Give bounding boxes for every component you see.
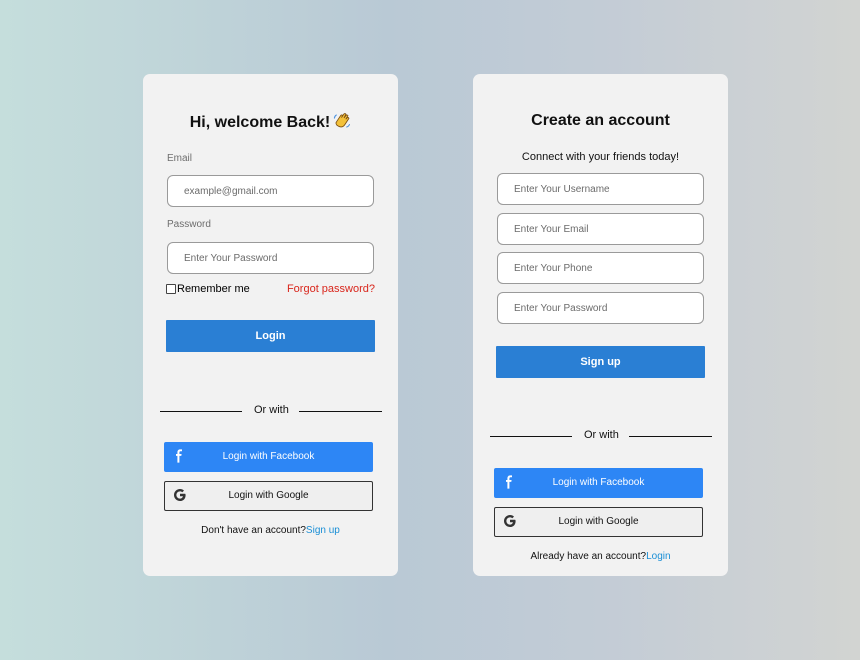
- divider-text: Or with: [584, 429, 619, 441]
- divider-line-right: [299, 411, 382, 412]
- signup-password-input[interactable]: [497, 292, 704, 324]
- facebook-button-label: Login with Facebook: [552, 477, 645, 488]
- signup-facebook-button[interactable]: Login with Facebook: [494, 468, 703, 498]
- password-label: Password: [167, 219, 211, 230]
- email-input[interactable]: [167, 175, 374, 207]
- google-button-label: Login with Google: [228, 490, 309, 501]
- remember-me-checkbox[interactable]: [166, 284, 176, 294]
- signup-title: Create an account: [531, 112, 670, 129]
- waving-hand-icon: [334, 113, 351, 128]
- signup-email-input[interactable]: [497, 213, 704, 245]
- password-input[interactable]: [167, 242, 374, 274]
- signup-card: Create an account Connect with your frie…: [473, 74, 728, 576]
- facebook-icon: [176, 449, 182, 463]
- login-with-google-button[interactable]: Login with Google: [164, 481, 373, 511]
- forgot-password-link[interactable]: Forgot password?: [287, 283, 375, 295]
- login-title-text: Hi, welcome Back!: [189, 114, 331, 131]
- remember-me[interactable]: Remember me: [166, 283, 250, 295]
- login-link[interactable]: Login: [646, 551, 670, 562]
- divider-line-right: [629, 436, 712, 437]
- signup-or-with-divider: Or with: [490, 429, 712, 443]
- signup-google-button[interactable]: Login with Google: [494, 507, 703, 537]
- login-card: Hi, welcome Back! Email Password Remembe…: [143, 74, 398, 576]
- signup-footer: Already have an account?Login: [473, 551, 728, 562]
- signup-subtitle: Connect with your friends today!: [521, 151, 680, 163]
- login-footer-text: Don't have an account?: [201, 525, 306, 536]
- google-button-label: Login with Google: [558, 516, 639, 527]
- email-label: Email: [167, 153, 193, 164]
- facebook-button-label: Login with Facebook: [222, 451, 315, 462]
- or-with-divider: Or with: [160, 404, 382, 418]
- signup-footer-text: Already have an account?: [530, 551, 647, 562]
- login-title: Hi, welcome Back!: [143, 111, 398, 132]
- username-input[interactable]: [497, 173, 704, 205]
- login-button[interactable]: Login: [166, 320, 375, 352]
- divider-line-left: [490, 436, 572, 437]
- google-icon: [174, 489, 186, 501]
- phone-input[interactable]: [497, 252, 704, 284]
- signup-link[interactable]: Sign up: [306, 525, 340, 536]
- divider-text: Or with: [254, 404, 289, 416]
- facebook-icon: [506, 475, 512, 489]
- divider-line-left: [160, 411, 242, 412]
- signup-button[interactable]: Sign up: [496, 346, 705, 378]
- login-with-facebook-button[interactable]: Login with Facebook: [164, 442, 373, 472]
- login-footer: Don't have an account?Sign up: [143, 525, 398, 536]
- remember-me-label: Remember me: [177, 283, 250, 295]
- google-icon: [504, 515, 516, 527]
